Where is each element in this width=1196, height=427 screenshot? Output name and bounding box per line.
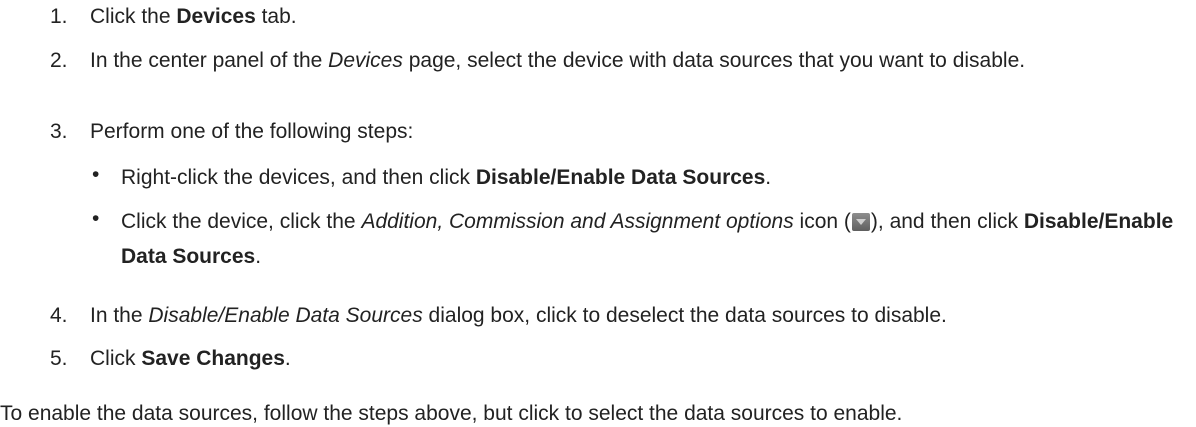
dialog-box-label: Disable/Enable Data Sources bbox=[148, 304, 423, 327]
step-number: 2. bbox=[50, 49, 68, 72]
bullet: • bbox=[92, 163, 100, 186]
step-text: Click the Devices tab. bbox=[90, 5, 297, 28]
step-number: 1. bbox=[50, 5, 68, 28]
substep-text: Right-click the devices, and then click … bbox=[121, 166, 772, 189]
step-number: 3. bbox=[50, 120, 68, 143]
addition-commission-assignment-label: Addition, Commission and Assignment opti… bbox=[361, 210, 794, 233]
step-text: Click Save Changes. bbox=[90, 347, 291, 370]
disable-enable-data-sources-label: Disable/Enable Data Sources bbox=[475, 166, 766, 189]
devices-page-label: Devices bbox=[328, 49, 403, 72]
step-text: In the center panel of the Devices page,… bbox=[90, 49, 1026, 72]
substep-text: Click the device, click the Addition, Co… bbox=[121, 210, 1174, 268]
save-changes-label: Save Changes bbox=[141, 347, 285, 370]
step-text: Perform one of the following steps: bbox=[90, 120, 414, 143]
bullet: • bbox=[92, 207, 100, 230]
step-number: 5. bbox=[50, 347, 68, 370]
step-number: 4. bbox=[50, 304, 68, 327]
devices-tab-label: Devices bbox=[176, 5, 256, 28]
step-text: In the Disable/Enable Data Sources dialo… bbox=[90, 304, 947, 327]
dropdown-arrow-icon bbox=[851, 213, 870, 231]
enable-note: To enable the data sources, follow the s… bbox=[0, 402, 903, 425]
